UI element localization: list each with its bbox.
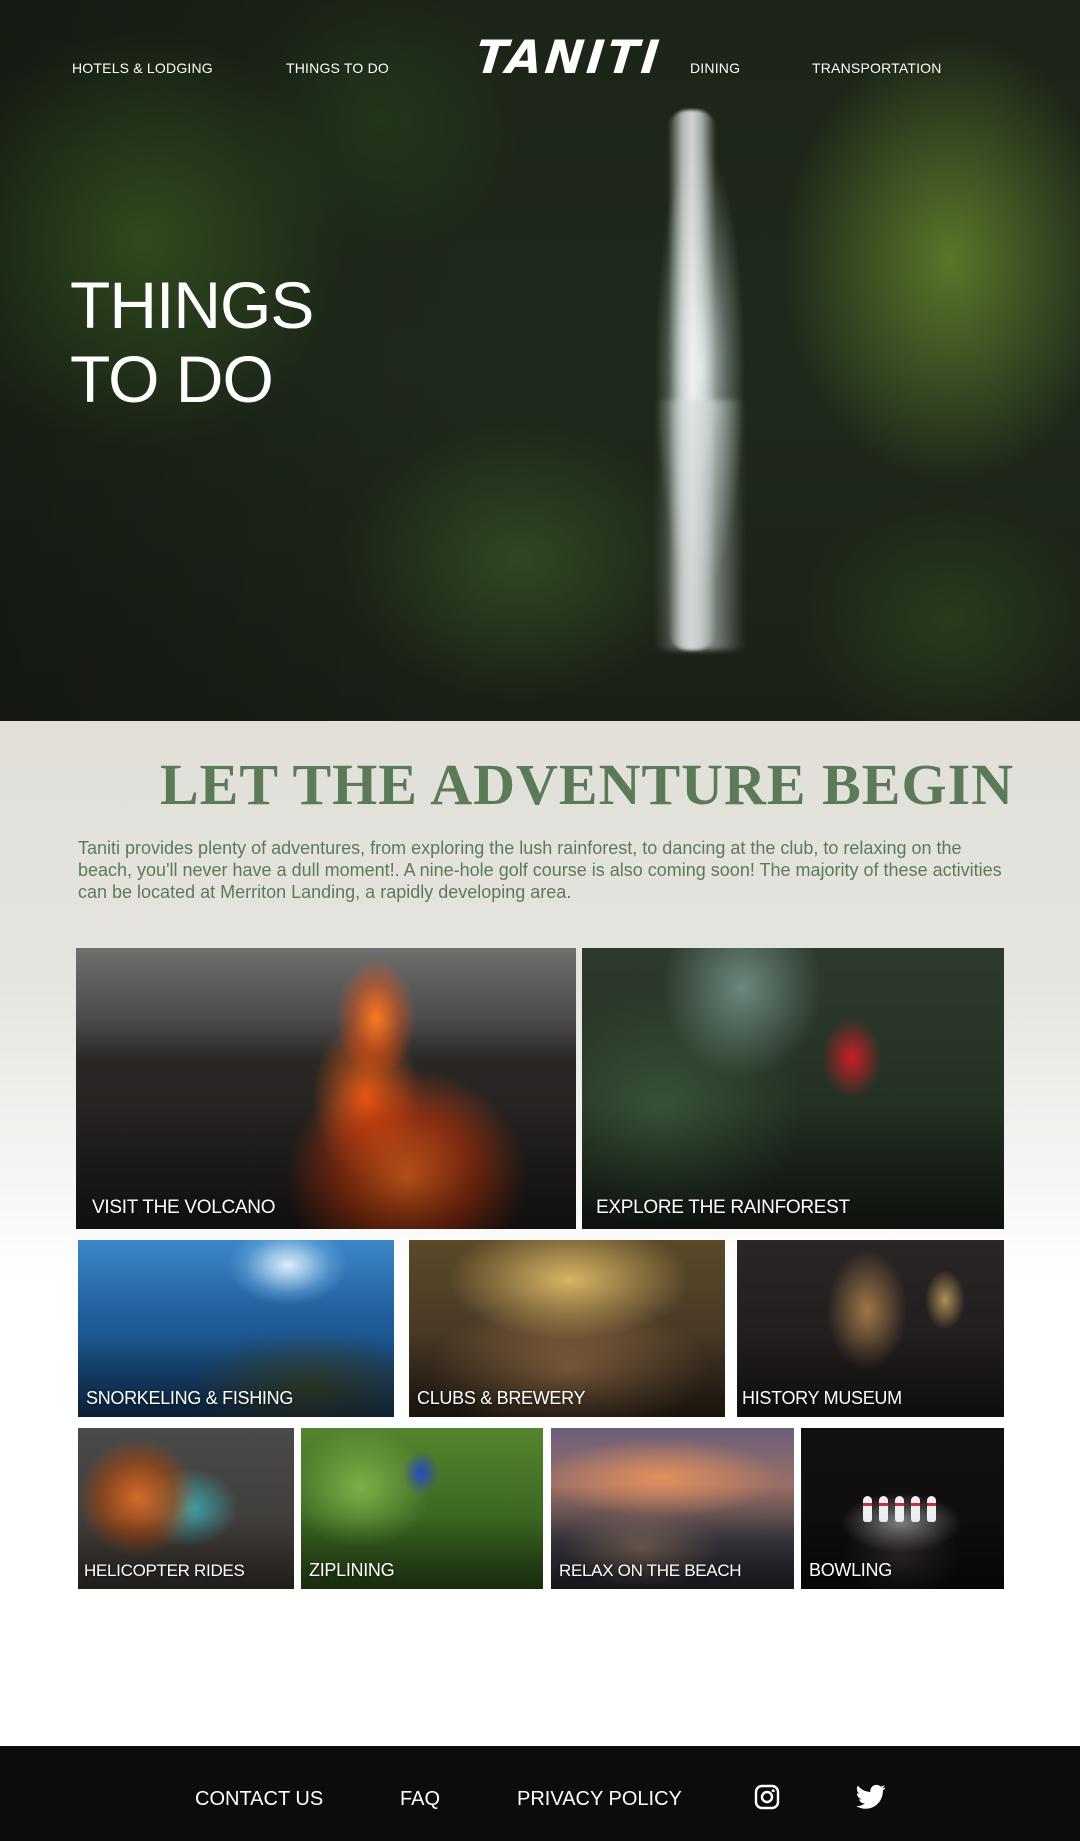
tile-label: EXPLORE THE RAINFOREST (596, 1197, 850, 1218)
intro-paragraph: Taniti provides plenty of adventures, fr… (78, 838, 1002, 902)
tile-label: HELICOPTER RIDES (84, 1561, 245, 1580)
tile-helicopter-rides[interactable]: HELICOPTER RIDES (78, 1428, 294, 1589)
nav-things-to-do[interactable]: THINGS TO DO (286, 60, 389, 76)
tile-label: VISIT THE VOLCANO (92, 1197, 276, 1218)
instagram-icon[interactable] (754, 1784, 780, 1810)
footer-privacy-policy[interactable]: PRIVACY POLICY (517, 1788, 682, 1811)
tile-visit-volcano[interactable]: VISIT THE VOLCANO (76, 948, 576, 1229)
tile-relax-on-beach[interactable]: RELAX ON THE BEACH (551, 1428, 794, 1589)
hero-title-line-1: THINGS (70, 268, 314, 342)
tile-label: RELAX ON THE BEACH (559, 1561, 742, 1580)
nav-transportation[interactable]: TRANSPORTATION (812, 60, 942, 76)
hero-title: THINGS TO DO (70, 268, 314, 416)
tile-label: HISTORY MUSEUM (742, 1388, 902, 1408)
hero-section: HOTELS & LODGING THINGS TO DO TANITI DIN… (0, 0, 1080, 721)
tile-label: ZIPLINING (309, 1560, 395, 1580)
hero-title-line-2: TO DO (70, 342, 274, 416)
site-logo[interactable]: TANITI (473, 30, 664, 84)
footer-faq[interactable]: FAQ (400, 1788, 440, 1811)
footer-contact-us[interactable]: CONTACT US (195, 1788, 323, 1811)
twitter-icon[interactable] (856, 1784, 886, 1810)
tile-label: BOWLING (809, 1560, 892, 1580)
nav-hotels-lodging[interactable]: HOTELS & LODGING (72, 60, 213, 76)
tile-ziplining[interactable]: ZIPLINING (301, 1428, 543, 1589)
tile-clubs-brewery[interactable]: CLUBS & BREWERY (409, 1240, 725, 1417)
activities-section: LET THE ADVENTURE BEGIN Taniti provides … (0, 721, 1080, 1746)
site-footer: CONTACT US FAQ PRIVACY POLICY (0, 1746, 1080, 1841)
section-headline: LET THE ADVENTURE BEGIN (160, 752, 1015, 817)
tile-label: CLUBS & BREWERY (417, 1388, 586, 1408)
waterfall-base (655, 400, 745, 650)
tile-bowling[interactable]: BOWLING (801, 1428, 1004, 1589)
tile-label: SNORKELING & FISHING (86, 1388, 294, 1408)
tile-snorkeling-fishing[interactable]: SNORKELING & FISHING (78, 1240, 394, 1417)
tile-explore-rainforest[interactable]: EXPLORE THE RAINFOREST (582, 948, 1004, 1229)
tile-history-museum[interactable]: HISTORY MUSEUM (737, 1240, 1004, 1417)
nav-dining[interactable]: DINING (690, 60, 740, 76)
